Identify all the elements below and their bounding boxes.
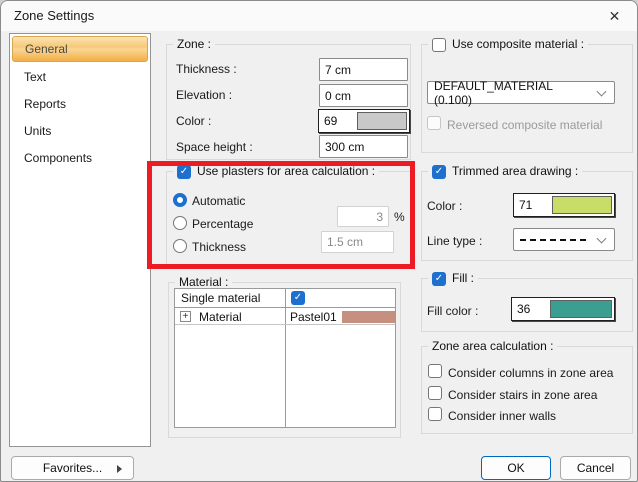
consider-columns-label[interactable]: Consider columns in zone area xyxy=(448,366,613,380)
percentage-input: 3 xyxy=(337,206,389,227)
ok-button[interactable]: OK xyxy=(481,456,551,480)
trimmed-color-swatch xyxy=(552,196,612,214)
percentage-radio[interactable] xyxy=(173,216,187,230)
right-arrow-icon xyxy=(117,465,122,473)
zone-group-legend: Zone : xyxy=(173,37,216,52)
zone-settings-dialog: Zone Settings ✕ General Text Reports Uni… xyxy=(0,0,638,482)
fill-group-legend: Fill : xyxy=(452,271,474,285)
thickness-input[interactable]: 7 cm xyxy=(319,58,408,81)
sidebar: General Text Reports Units Components xyxy=(9,33,151,447)
percentage-label[interactable]: Percentage xyxy=(192,217,253,231)
favorites-button-label: Favorites... xyxy=(42,461,103,475)
zone-color-swatch xyxy=(357,112,407,130)
plaster-thickness-label[interactable]: Thickness xyxy=(192,240,246,254)
reversed-composite-label: Reversed composite material xyxy=(447,118,603,132)
expand-icon[interactable]: + xyxy=(180,311,191,322)
automatic-radio[interactable] xyxy=(173,193,187,207)
sidebar-item-reports[interactable]: Reports xyxy=(12,91,148,117)
consider-stairs-label[interactable]: Consider stairs in zone area xyxy=(448,388,597,402)
trimmed-color-index: 71 xyxy=(519,198,533,212)
space-height-label: Space height : xyxy=(176,140,253,154)
trimmed-color-picker[interactable]: 71 xyxy=(513,193,615,217)
reversed-composite-checkbox xyxy=(427,116,441,130)
zone-color-label: Color : xyxy=(176,114,212,128)
fill-checkbox[interactable]: ✓ xyxy=(432,271,446,286)
fill-color-label: Fill color : xyxy=(427,304,479,318)
cancel-button-label: Cancel xyxy=(576,461,615,475)
close-icon: ✕ xyxy=(608,7,621,24)
line-type-label: Line type : xyxy=(427,234,483,248)
material-row-value: Pastel01 xyxy=(290,310,337,324)
sidebar-item-text[interactable]: Text xyxy=(12,64,148,90)
fill-color-index: 36 xyxy=(517,302,531,316)
sidebar-item-general[interactable]: General xyxy=(12,36,148,62)
material-swatch xyxy=(342,311,395,323)
sidebar-item-label: Units xyxy=(24,124,52,138)
single-material-checkbox[interactable]: ✓ xyxy=(291,291,305,305)
trimmed-group-legend: Trimmed area drawing : xyxy=(452,164,579,178)
sidebar-item-units[interactable]: Units xyxy=(12,118,148,144)
zone-color-index: 69 xyxy=(324,114,338,128)
composite-material-dropdown[interactable]: DEFAULT_MATERIAL (0.100) xyxy=(427,78,615,107)
sidebar-item-components[interactable]: Components xyxy=(12,145,148,171)
composite-checkbox[interactable] xyxy=(432,37,446,52)
cancel-button[interactable]: Cancel xyxy=(560,456,631,480)
trimmed-color-label: Color : xyxy=(427,199,463,213)
consider-inner-walls-checkbox[interactable] xyxy=(428,407,442,421)
check-icon: ✓ xyxy=(293,292,303,303)
plaster-thickness-input: 1.5 cm xyxy=(321,231,394,253)
consider-inner-walls-label[interactable]: Consider inner walls xyxy=(448,409,556,423)
material-table-row[interactable]: + Material Pastel01 xyxy=(175,309,395,325)
favorites-button[interactable]: Favorites... xyxy=(11,456,134,480)
consider-columns-checkbox[interactable] xyxy=(428,364,442,378)
sidebar-item-label: Components xyxy=(24,151,93,165)
dialog-title: Zone Settings xyxy=(14,8,95,23)
plasters-group-legend: Use plasters for area calculation : xyxy=(197,164,376,178)
line-type-dropdown[interactable] xyxy=(513,228,615,251)
sidebar-item-label: Reports xyxy=(24,97,67,111)
material-table-header-row[interactable]: Single material ✓ xyxy=(175,289,395,308)
fill-color-picker[interactable]: 36 xyxy=(511,297,615,321)
check-icon: ✓ xyxy=(179,165,189,177)
check-icon: ✓ xyxy=(434,272,444,284)
plasters-checkbox[interactable]: ✓ xyxy=(177,164,191,179)
automatic-label[interactable]: Automatic xyxy=(192,194,245,208)
trimmed-checkbox[interactable]: ✓ xyxy=(432,164,446,179)
material-row-label: Material xyxy=(199,310,242,324)
sidebar-item-label: Text xyxy=(24,70,47,84)
ok-button-label: OK xyxy=(507,461,525,475)
dashed-line-preview-icon xyxy=(520,238,586,241)
fill-color-swatch xyxy=(550,300,612,318)
elevation-input[interactable]: 0 cm xyxy=(319,84,408,107)
chevron-down-icon xyxy=(596,86,607,97)
check-icon: ✓ xyxy=(434,165,444,177)
title-bar[interactable]: Zone Settings ✕ xyxy=(1,1,637,31)
elevation-label: Elevation : xyxy=(176,88,233,102)
zone-area-group-legend: Zone area calculation : xyxy=(428,339,558,354)
sidebar-item-label: General xyxy=(25,42,68,56)
composite-group-legend: Use composite material : xyxy=(452,37,585,51)
consider-stairs-checkbox[interactable] xyxy=(428,386,442,400)
composite-material-value: DEFAULT_MATERIAL (0.100) xyxy=(434,78,553,107)
zone-color-picker[interactable]: 69 xyxy=(318,109,410,133)
close-button[interactable]: ✕ xyxy=(592,1,637,31)
percentage-unit-label: % xyxy=(394,210,405,224)
plaster-thickness-radio[interactable] xyxy=(173,239,187,253)
material-table: Single material ✓ + Material Pastel01 xyxy=(174,288,396,428)
space-height-input[interactable]: 300 cm xyxy=(319,135,408,158)
thickness-label: Thickness : xyxy=(176,62,237,76)
chevron-down-icon xyxy=(596,233,607,244)
single-material-label: Single material xyxy=(181,291,261,305)
